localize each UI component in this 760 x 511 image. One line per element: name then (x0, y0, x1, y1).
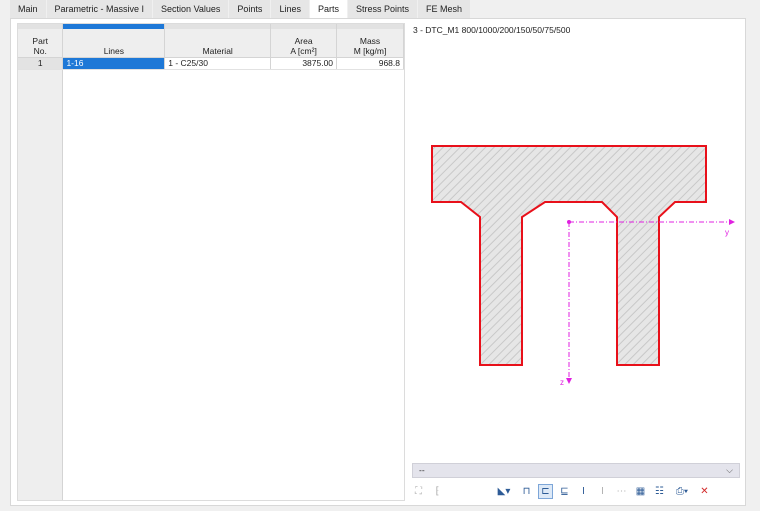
header-lines[interactable]: Lines (62, 24, 166, 58)
grid-icon[interactable]: ☷ (652, 484, 667, 499)
cell-area[interactable]: 3875.00 (270, 57, 338, 70)
y-axis-arrow (729, 219, 735, 225)
axis-icon[interactable]: I (595, 484, 610, 499)
tab-main[interactable]: Main (10, 0, 46, 18)
line-icon[interactable]: ⋯ (614, 484, 629, 499)
row-header-column (18, 24, 63, 500)
tab-fe-mesh[interactable]: FE Mesh (418, 0, 471, 18)
z-axis-label: z (560, 378, 564, 387)
cell-part-no[interactable]: 1 (18, 57, 64, 70)
section-title: 3 - DTC_M1 800/1000/200/150/50/75/500 (413, 25, 571, 35)
header-strip (337, 24, 403, 29)
header-material[interactable]: Material (164, 24, 272, 58)
header-lines-label: Lines (103, 45, 125, 56)
print-icon[interactable]: ⎙▾ (671, 484, 693, 499)
header-mass[interactable]: Mass M [kg/m] (336, 24, 404, 58)
select-icon[interactable]: ⛶ (411, 484, 426, 499)
cell-lines[interactable]: 1-16 (62, 57, 166, 70)
parts-panel: Part No. Lines Material Area A [cm²] Mas… (10, 18, 746, 506)
header-area-line1: Area (294, 35, 313, 46)
header-mass-line1: Mass (359, 35, 381, 46)
pin-icon[interactable]: ⁅ (430, 484, 445, 499)
header-area[interactable]: Area A [cm²] (270, 24, 338, 58)
tab-lines[interactable]: Lines (271, 0, 309, 18)
section-preview: 3 - DTC_M1 800/1000/200/150/50/75/500 y … (411, 23, 741, 501)
column-selection-strip (63, 24, 165, 29)
cell-mass[interactable]: 968.8 (336, 57, 404, 70)
tab-parts[interactable]: Parts (309, 0, 347, 18)
tab-bar: Main Parametric - Massive I Section Valu… (10, 0, 471, 18)
tab-parametric[interactable]: Parametric - Massive I (46, 0, 153, 18)
view-dropdown-icon[interactable]: ◣▾ (493, 484, 515, 499)
tab-stress-points[interactable]: Stress Points (347, 0, 417, 18)
z-axis-arrow (566, 378, 572, 384)
reset-icon[interactable]: ✕ (697, 484, 712, 499)
header-part-no-line1: Part (32, 35, 49, 46)
parts-table: Part No. Lines Material Area A [cm²] Mas… (18, 24, 404, 70)
header-strip (271, 24, 337, 29)
dimension-icon[interactable]: ⊏ (538, 483, 553, 499)
cell-material[interactable]: 1 - C25/30 (164, 57, 272, 70)
table-row[interactable]: 1 1-16 1 - C25/30 3875.00 968.8 (18, 57, 404, 70)
chevron-down-icon: ⌵ (726, 465, 733, 475)
header-material-label: Material (202, 45, 233, 56)
section-drawing[interactable]: y z (411, 43, 741, 461)
y-axis-label: y (725, 228, 729, 237)
preview-toolbar: ⛶ ⁅ ◣▾ ⊓ ⊏ ⊑ I I ⋯ ▦ ☷ ⎙▾ ✕ (411, 482, 741, 500)
table-icon[interactable]: ▦ (633, 484, 648, 499)
parts-table-area: Part No. Lines Material Area A [cm²] Mas… (17, 23, 405, 501)
centroid-icon[interactable]: ⊑ (557, 484, 572, 499)
section-icon[interactable]: ⊓ (519, 484, 534, 499)
origin-point (567, 220, 571, 224)
tab-section-values[interactable]: Section Values (153, 0, 229, 18)
header-part-no-line2: No. (33, 45, 47, 56)
header-mass-line2: M [kg/m] (353, 45, 387, 56)
header-strip (165, 24, 271, 29)
header-area-line2: A [cm²] (290, 45, 317, 56)
header-strip (18, 24, 63, 29)
display-select-value: -- (419, 465, 425, 475)
display-select[interactable]: -- ⌵ (412, 463, 740, 478)
header-part-no[interactable]: Part No. (18, 24, 64, 58)
tab-points[interactable]: Points (229, 0, 271, 18)
stress-points-icon[interactable]: I (576, 484, 591, 499)
